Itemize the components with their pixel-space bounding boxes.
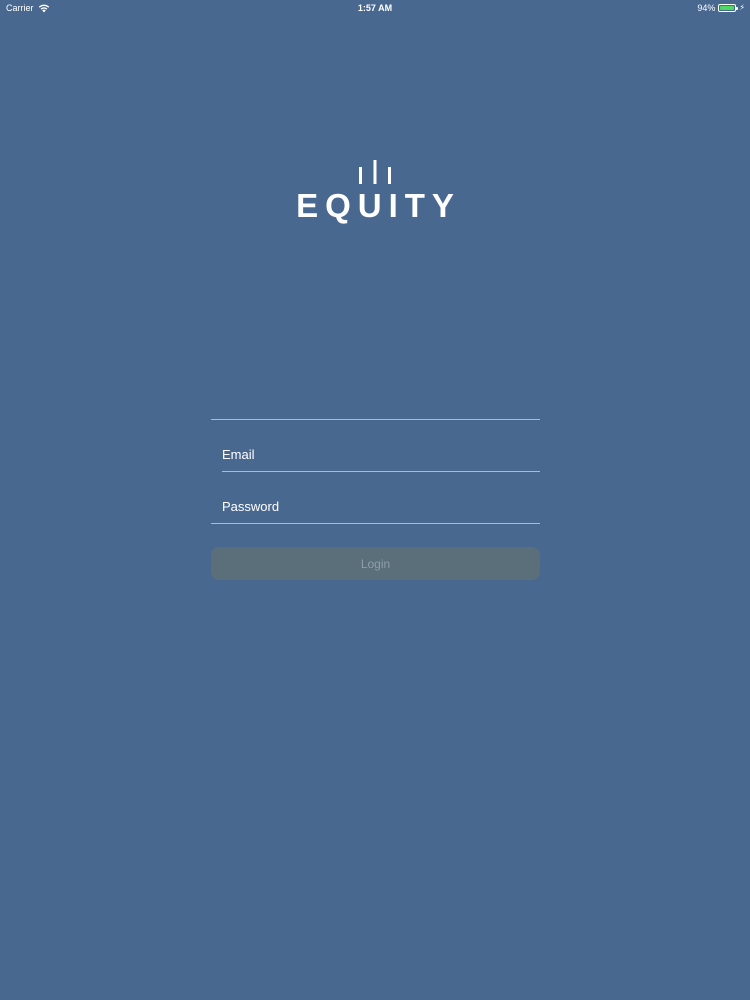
password-field-row <box>211 472 540 524</box>
logo-mark-icon <box>0 158 750 184</box>
login-screen: Carrier 1:57 AM 94% ⚡ EQUITY Email Login <box>0 0 750 1000</box>
login-form: Login <box>211 419 540 580</box>
equity-logo: EQUITY <box>0 158 750 224</box>
status-time: 1:57 AM <box>357 3 393 13</box>
login-button[interactable]: Login <box>211 547 540 580</box>
password-input[interactable] <box>211 497 540 515</box>
email-input[interactable] <box>222 445 540 463</box>
email-field-row <box>222 420 540 472</box>
battery-fill <box>720 6 734 10</box>
charging-icon: ⚡ <box>739 3 745 12</box>
battery-icon <box>718 4 739 12</box>
status-bar: Carrier 1:57 AM 94% ⚡ <box>0 0 750 16</box>
status-right: 94% ⚡ <box>697 0 745 16</box>
battery-percent: 94% <box>697 3 716 13</box>
logo-text: EQUITY <box>296 187 461 224</box>
